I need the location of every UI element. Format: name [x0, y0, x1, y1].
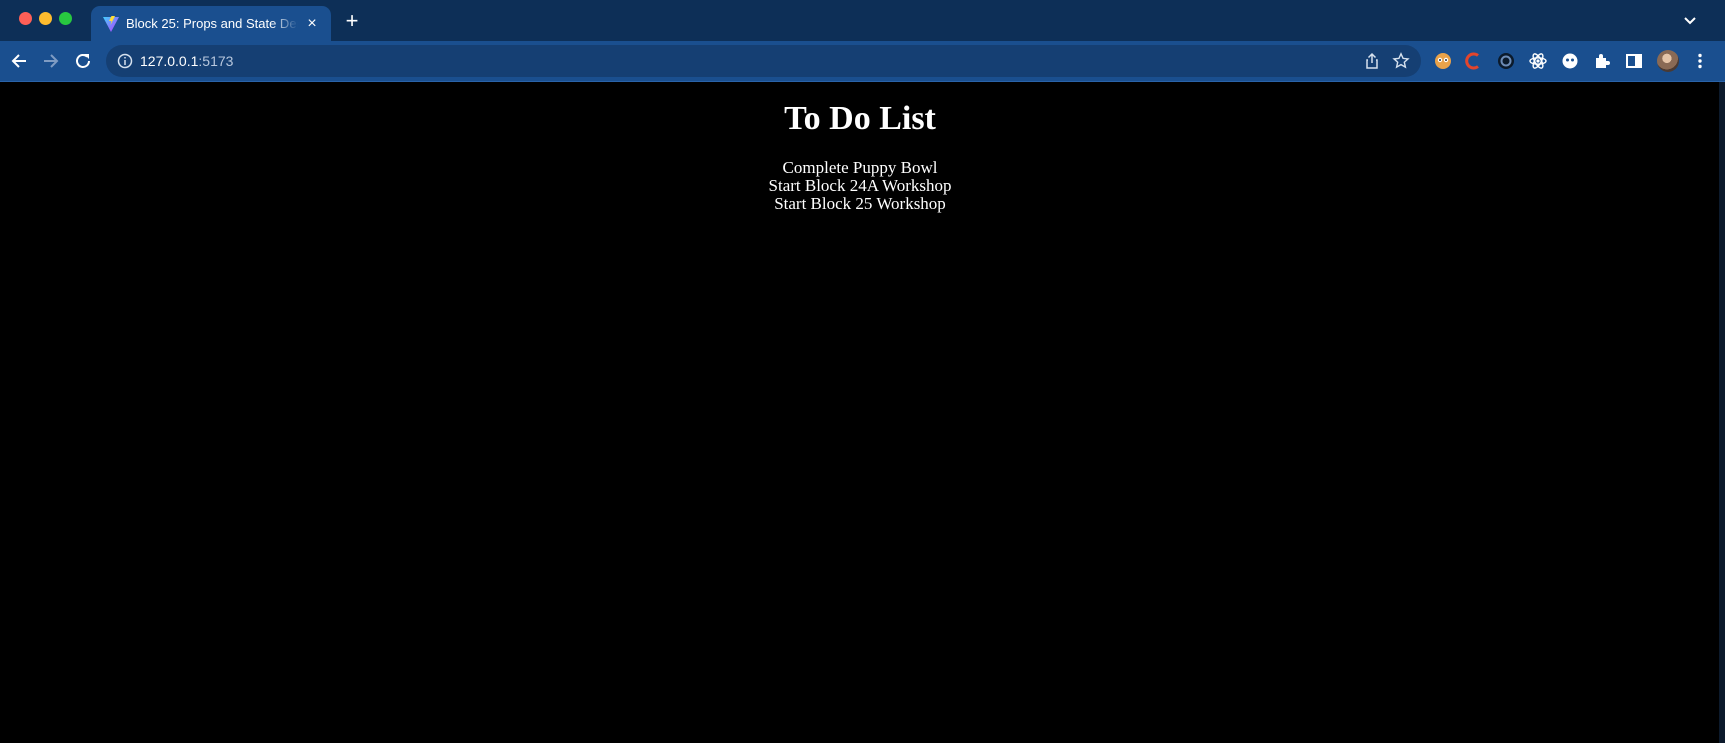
todo-item: Complete Puppy Bowl — [782, 158, 938, 177]
more-options-icon[interactable] — [1690, 51, 1710, 71]
bookmark-star-icon[interactable] — [1392, 52, 1410, 70]
page-title: To Do List — [784, 100, 936, 137]
extension-c-icon[interactable] — [1464, 51, 1484, 71]
browser-window: Block 25: Props and State Demo × + 127.0… — [0, 0, 1725, 743]
extension-mascot-icon[interactable] — [1433, 51, 1453, 71]
tab-title: Block 25: Props and State Demo — [126, 16, 298, 31]
todo-item: Start Block 24A Workshop — [768, 176, 952, 195]
extension-face-icon[interactable] — [1560, 51, 1580, 71]
address-bar[interactable]: 127.0.0.1:5173 — [106, 45, 1421, 77]
url-host: 127.0.0.1 — [140, 53, 199, 69]
active-tab[interactable]: Block 25: Props and State Demo × — [91, 6, 331, 41]
forward-arrow-icon[interactable] — [40, 50, 62, 72]
minimize-window-button[interactable] — [39, 12, 52, 25]
chevron-down-icon[interactable] — [1678, 11, 1702, 31]
tab-strip: Block 25: Props and State Demo × + — [0, 0, 1725, 41]
share-icon[interactable] — [1363, 52, 1381, 70]
extensions-puzzle-icon[interactable] — [1592, 51, 1612, 71]
maximize-window-button[interactable] — [59, 12, 72, 25]
todo-item: Start Block 25 Workshop — [774, 194, 946, 213]
extension-ring-icon[interactable] — [1496, 51, 1516, 71]
side-panel-icon[interactable] — [1624, 51, 1644, 71]
info-icon[interactable] — [117, 53, 133, 69]
page-content: To Do List Complete Puppy Bowl Start Blo… — [0, 82, 1725, 743]
react-devtools-icon[interactable] — [1528, 51, 1548, 71]
new-tab-button[interactable]: + — [339, 9, 365, 35]
close-window-button[interactable] — [19, 12, 32, 25]
url-port: :5173 — [198, 53, 234, 69]
browser-toolbar: 127.0.0.1:5173 — [0, 41, 1725, 82]
window-edge — [1719, 82, 1725, 743]
close-tab-icon[interactable]: × — [303, 15, 321, 33]
profile-avatar[interactable] — [1657, 50, 1679, 72]
url-text[interactable]: 127.0.0.1:5173 — [140, 52, 233, 70]
todo-list: Complete Puppy Bowl Start Block 24A Work… — [0, 159, 1720, 213]
back-arrow-icon[interactable] — [8, 50, 30, 72]
reload-icon[interactable] — [72, 50, 94, 72]
vite-favicon-icon — [103, 16, 119, 32]
